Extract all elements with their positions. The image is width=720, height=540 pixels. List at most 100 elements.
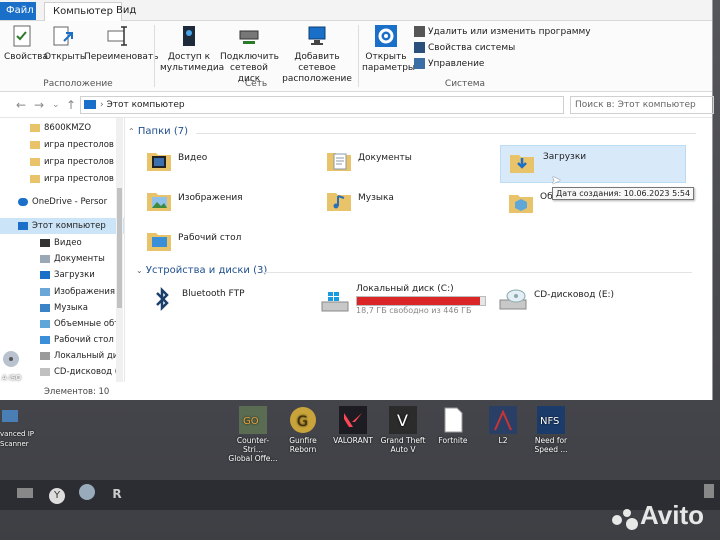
media-access-button[interactable]: Доступ к мультимедиа [160, 23, 224, 74]
sidebar-item-onedrive[interactable]: OneDrive - Persor [0, 194, 124, 210]
system-properties-icon [414, 42, 425, 53]
up-arrow-icon[interactable]: ↑ [66, 98, 76, 112]
shortcut-label: Gunfire [289, 436, 317, 445]
cd-drive-e-item[interactable]: CD-дисковод (E:) [498, 286, 668, 316]
rename-button[interactable]: Переименовать [84, 23, 159, 63]
folder-label: Документы [358, 153, 412, 163]
recent-chevron-down-icon[interactable]: ⌄ [52, 100, 60, 110]
sidebar-item-label: Объемные объ [54, 319, 121, 329]
mouse-cursor-icon: ➤ [551, 173, 562, 187]
svg-text:G: G [297, 414, 308, 430]
disk-usage-bar [356, 296, 486, 306]
back-arrow-icon[interactable]: ← [16, 98, 26, 112]
svg-text:NFS: NFS [540, 416, 559, 427]
disc-icon [3, 351, 19, 367]
sidebar-item-pictures[interactable]: Изображения [0, 284, 124, 300]
folder-label: Загрузки [543, 152, 587, 162]
folder-documents[interactable]: Документы [326, 148, 486, 178]
desktop-disc-image[interactable] [2, 350, 20, 370]
sidebar-item-music[interactable]: Музыка [0, 300, 124, 316]
tab-view[interactable]: Вид [108, 2, 144, 20]
drive-label: Bluetooth FTP [182, 289, 245, 299]
scrollbar-thumb[interactable] [117, 188, 122, 308]
chevron-down-icon: ⌄ [136, 266, 143, 275]
sidebar-item-this-pc[interactable]: Этот компьютер [0, 218, 124, 234]
folder-downloads[interactable]: Загрузки [500, 145, 686, 183]
folder-music[interactable]: Музыка [326, 188, 486, 218]
documents-folder-icon [327, 153, 351, 171]
music-folder-icon [327, 193, 351, 211]
desktop-shortcut-gunfire[interactable]: G Gunfire Reborn [278, 406, 328, 454]
rename-label: Переименовать [84, 52, 159, 62]
map-network-drive-button[interactable]: Подключить сетевой диск [220, 23, 279, 85]
video-folder-icon [147, 153, 171, 171]
desktop-shortcut-csgo[interactable]: GO Counter-Stri... Global Offe... [228, 406, 278, 463]
system-properties-button[interactable]: Свойства системы [414, 41, 515, 55]
sidebar-item-folder[interactable]: 8600KMZO [0, 120, 124, 136]
bluetooth-icon [156, 286, 169, 312]
forward-arrow-icon[interactable]: → [34, 98, 44, 112]
taskbar-steam[interactable] [76, 484, 98, 504]
open-button[interactable]: Открыть [44, 23, 86, 63]
network-drive-icon [239, 30, 259, 44]
add-network-location-button[interactable]: Добавить сетевое расположение [280, 23, 354, 85]
tab-file[interactable]: Файл [0, 2, 36, 20]
section-count: (7) [173, 126, 188, 137]
folders-section-header[interactable]: ⌃ Папки (7) [128, 126, 188, 137]
sidebar-item-folder[interactable]: игра престолов [0, 171, 124, 187]
sidebar-item-videos[interactable]: Видео [0, 235, 124, 251]
search-input[interactable]: Поиск в: Этот компьютер [570, 96, 714, 114]
sidebar-item-label: игра престолов [44, 157, 114, 167]
sidebar-item-desktop[interactable]: Рабочий стол [0, 332, 124, 348]
status-bar: Элементов: 10 [44, 387, 110, 397]
gunfire-icon: G [290, 407, 316, 433]
l2-icon [489, 406, 517, 434]
taskbar-rockstar[interactable]: R [106, 484, 128, 504]
sidebar-item-documents[interactable]: Документы [0, 251, 124, 267]
desktop-ip-scanner-label-2: Scanner [0, 440, 29, 448]
sidebar-item-folder[interactable]: игра престолов [0, 154, 124, 170]
folder-desktop[interactable]: Рабочий стол [146, 228, 306, 258]
folder-pictures[interactable]: Изображения [146, 188, 306, 218]
desktop-icon [40, 335, 50, 344]
sidebar-item-folder[interactable]: игра престолов [0, 137, 124, 153]
drives-section-header[interactable]: ⌄ Устройства и диски (3) [136, 265, 267, 276]
folder-icon [30, 123, 40, 132]
pictures-icon [40, 287, 50, 296]
properties-button[interactable]: Свойства [4, 23, 48, 63]
address-field[interactable]: › Этот компьютер [80, 96, 564, 114]
avito-watermark: Avito [612, 500, 704, 531]
bluetooth-ftp-item[interactable]: Bluetooth FTP [150, 286, 300, 316]
sidebar-item-downloads[interactable]: Загрузки [0, 267, 124, 283]
open-label: Открыть [44, 52, 86, 62]
sidebar-item-3d-objects[interactable]: Объемные объ [0, 316, 124, 332]
add-location-label-1: Добавить сетевое [294, 52, 340, 73]
desktop-shortcut-nfs[interactable]: NFS Need for Speed ... [526, 406, 576, 454]
desktop-shortcut-l2[interactable]: L2 [478, 406, 528, 445]
navigation-pane: 8600KMZO игра престолов игра престолов и… [0, 118, 125, 382]
open-settings-button[interactable]: Открыть параметры [362, 23, 415, 74]
desktop-shortcut-valorant[interactable]: VALORANT [328, 406, 378, 445]
navigation-scrollbar[interactable] [116, 118, 123, 382]
gta5-icon: V [389, 406, 417, 434]
folder-icon [30, 157, 40, 166]
network-group-label: Сеть [244, 79, 268, 89]
manage-button[interactable]: Управление [414, 57, 484, 71]
uninstall-program-button[interactable]: Удалить или изменить программу [414, 25, 591, 39]
folder-videos[interactable]: Видео [146, 148, 306, 178]
sidebar-item-label: Рабочий стол [54, 335, 114, 345]
desktop-ip-scanner[interactable] [0, 408, 20, 428]
system-group-label: Система [444, 79, 486, 89]
taskbar-app-icon[interactable] [14, 484, 36, 504]
address-path: Этот компьютер [106, 100, 185, 110]
folder-3d-objects[interactable]: Об [508, 186, 558, 220]
desktop-shortcut-gta5[interactable]: V Grand Theft Auto V [378, 406, 428, 454]
media-access-label-2: мультимедиа [160, 63, 225, 73]
desktop-shortcut-fortnite[interactable]: Fortnite [428, 406, 478, 445]
video-folder-icon [40, 238, 50, 247]
section-divider [196, 133, 696, 134]
ribbon-separator [358, 25, 359, 87]
shortcut-label: Need for [534, 436, 568, 445]
taskbar-yandex-browser[interactable]: Y [46, 484, 68, 504]
folder-label: Изображения [178, 193, 243, 203]
